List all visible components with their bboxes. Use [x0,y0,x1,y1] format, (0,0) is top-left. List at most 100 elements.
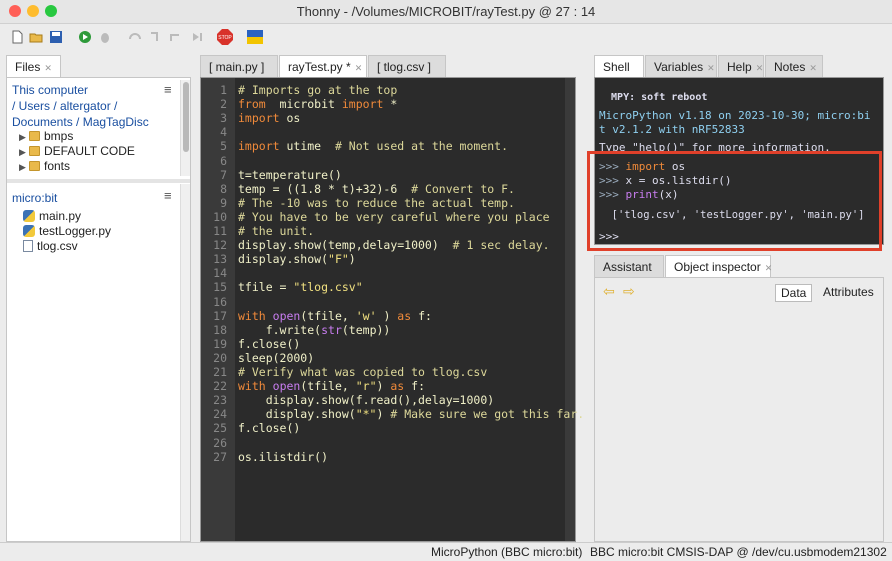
tab-main-py[interactable]: [ main.py ] [200,55,278,77]
code-line: tfile = "tlog.csv" [238,280,363,295]
menu-icon[interactable]: ≡ [164,82,172,97]
code-line: display.show(temp,delay=1000) # 1 sec de… [238,238,550,253]
tab-assistant[interactable]: Assistant [594,255,664,277]
back-arrow-icon[interactable]: ⇦ [603,283,615,300]
resume-icon[interactable] [190,30,204,44]
tree-item-default-code[interactable]: ▶ DEFAULT CODE [19,144,135,158]
line-number: 3 [220,111,227,126]
debug-icon[interactable] [98,30,112,44]
code-line: with open(tfile, 'w' ) as f: [238,308,432,323]
line-number: 18 [213,322,227,337]
file-icon [23,240,33,252]
tab-notes[interactable]: Notes ✕ [765,55,823,77]
code-line: sleep(2000) [238,350,315,365]
close-icon[interactable]: ✕ [355,63,363,73]
highlight-box [587,151,882,251]
tree-item-fonts[interactable]: ▶ fonts [19,159,70,173]
python-file-icon [23,225,35,237]
code-line: display.show("*") # Make sure we got thi… [238,407,585,422]
line-number: 19 [213,336,227,351]
close-icon[interactable]: ✕ [756,63,764,73]
status-bar: MicroPython (BBC micro:bit) BBC micro:bi… [0,542,892,561]
close-icon[interactable]: ✕ [44,63,52,73]
save-icon[interactable] [49,30,63,44]
tree-item-tlog-csv[interactable]: tlog.csv [23,239,78,253]
line-number: 20 [213,350,227,365]
step-into-icon[interactable] [148,30,162,44]
ukraine-flag-icon[interactable] [247,30,263,44]
attributes-button[interactable]: Attributes [823,285,874,299]
tree-item-testlogger-py[interactable]: testLogger.py [23,224,111,238]
tree-item-main-py[interactable]: main.py [23,209,81,223]
folder-icon [29,131,40,141]
tab-files[interactable]: Files ✕ [6,55,61,78]
computer-section: This computer / Users / altergator / Doc… [7,78,176,134]
files-panel: This computer / Users / altergator / Doc… [6,77,191,542]
forward-arrow-icon[interactable]: ⇨ [623,283,635,300]
interpreter-selector[interactable]: MicroPython (BBC micro:bit) [431,545,582,559]
device-scrollbar[interactable] [180,184,190,541]
menu-icon[interactable]: ≡ [164,188,172,203]
computer-header[interactable]: This computer [12,82,171,98]
close-icon[interactable]: ✕ [765,263,773,273]
title-bar: Thonny - /Volumes/MICROBIT/rayTest.py @ … [0,0,892,24]
shell-line: t v2.1.2 with nRF52833 [599,123,745,136]
computer-path[interactable]: / Users / altergator / [12,98,171,114]
code-line: import utime # Not used at the moment. [238,139,509,154]
run-icon[interactable] [78,30,92,44]
line-number: 10 [213,209,227,224]
files-tabbar: Files ✕ [6,55,194,78]
computer-scrollbar[interactable] [180,80,190,176]
code-editor[interactable]: 1 2 3 4 5 6 7 8 9 10 11 12 13 14 15 16 17 18 19 20 21 22 23 24 2… [200,77,584,542]
line-number: 4 [220,125,227,140]
step-out-icon[interactable] [168,30,182,44]
port-selector[interactable]: BBC micro:bit CMSIS-DAP @ /dev/cu.usbmod… [590,545,887,559]
window-title: Thonny - /Volumes/MICROBIT/rayTest.py @ … [296,4,596,19]
inspector-tabbar: Assistant Object inspector ✕ [594,255,884,278]
editor-scrollbar[interactable] [565,78,575,541]
code-line: temp = ((1.8 * t)+32)-6 # Convert to F. [238,181,515,196]
expand-arrow-icon[interactable]: ▶ [19,132,29,143]
tab-help[interactable]: Help ✕ [718,55,764,77]
tab-raytest-py[interactable]: rayTest.py * ✕ [279,55,367,78]
close-icon[interactable]: ✕ [707,63,715,73]
tree-item-bmps[interactable]: ▶ bmps [19,129,73,143]
line-number: 17 [213,308,227,323]
line-number: 16 [213,294,227,309]
close-icon[interactable]: ✕ [809,63,817,73]
expand-arrow-icon[interactable]: ▶ [19,147,29,158]
line-number: 11 [213,224,227,238]
line-number: 8 [220,181,227,196]
code-line: from microbit import * [238,97,398,112]
code-line: f.close() [238,421,301,436]
object-inspector-panel: ⇦ ⇨ Data Attributes [594,277,884,542]
code-line: os.ilistdir() [238,449,329,464]
line-number: 5 [220,139,227,154]
data-button[interactable]: Data [775,284,813,302]
code-line: display.show(f.read(),delay=1000) [238,393,495,408]
line-number: 15 [213,280,227,295]
computer-path-2[interactable]: Documents / MagTagDisc [12,114,171,130]
code-line: # The -10 was to reduce the actual temp. [238,195,515,210]
tab-tlog-csv[interactable]: [ tlog.csv ] [368,55,446,77]
line-number: 21 [213,365,227,379]
tab-variables[interactable]: Variables ✕ [645,55,717,77]
editor-tabbar: [ main.py ] rayTest.py * ✕ [ tlog.csv ] [200,55,576,78]
open-file-icon[interactable] [29,30,43,44]
shell-line: MPY: soft reboot [599,92,708,103]
code-line: f.write(str(temp)) [238,322,391,337]
tab-object-inspector[interactable]: Object inspector ✕ [665,255,773,278]
line-number: 2 [220,97,227,112]
expand-arrow-icon[interactable]: ▶ [19,162,29,173]
code-line: # You have to be very careful where you … [238,209,550,224]
line-number: 12 [213,238,227,253]
new-file-icon[interactable] [10,30,24,44]
code-line: display.show("F") [238,252,356,267]
line-number: 22 [213,379,227,394]
tab-shell[interactable]: Shell [594,55,644,78]
stop-icon[interactable]: STOP [217,29,233,45]
device-header[interactable]: micro:bit [7,187,176,209]
line-number: 1 [220,83,227,97]
panel-divider[interactable] [7,179,190,183]
step-over-icon[interactable] [128,30,142,44]
